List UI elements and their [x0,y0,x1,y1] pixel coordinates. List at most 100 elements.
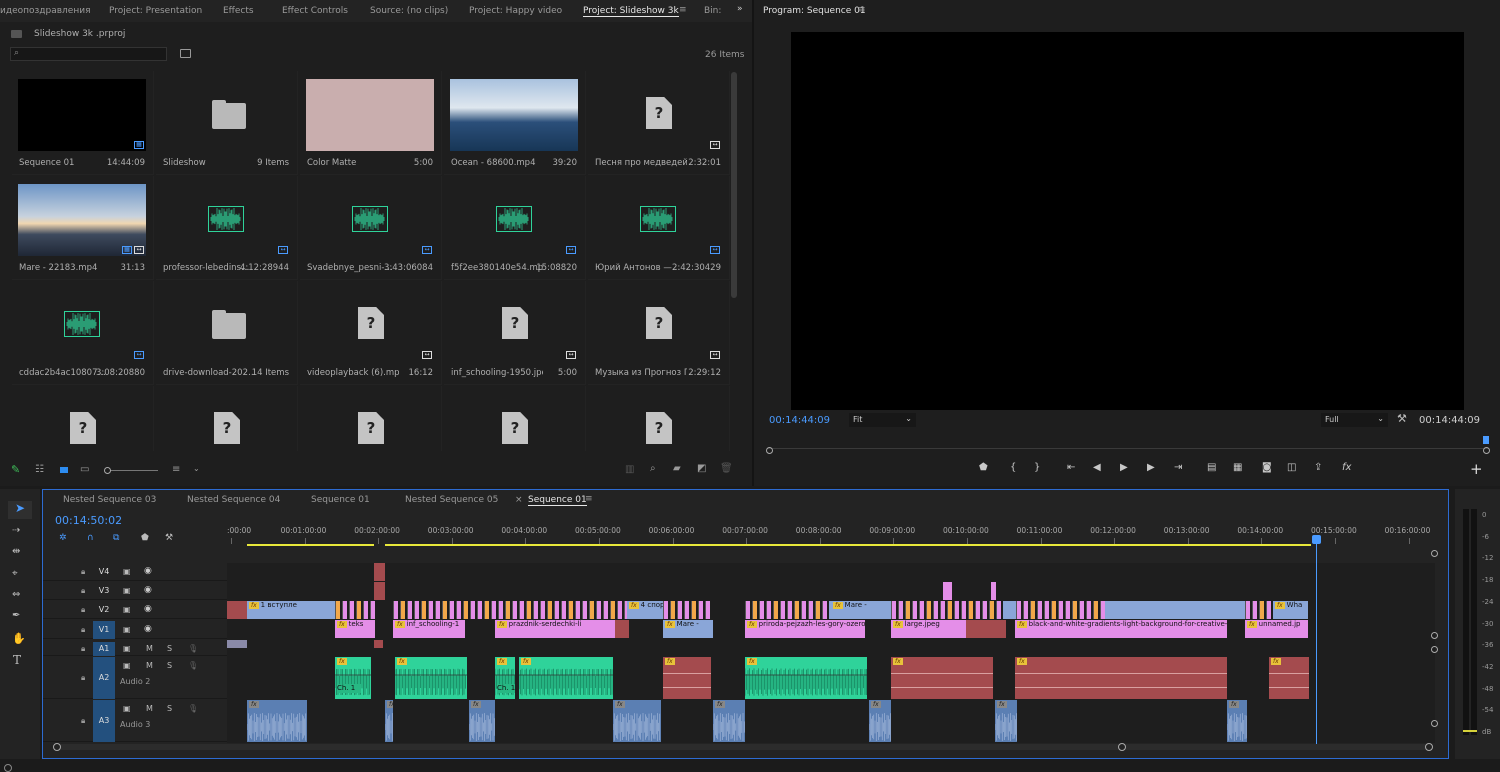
v2-stripe[interactable] [498,601,503,619]
v2-stripe[interactable] [698,601,703,619]
ripple-edit-tool-icon[interactable]: ⇹ [12,546,20,557]
v2-stripe[interactable] [1058,601,1063,619]
tab-project-presentation[interactable]: Project: Presentation [109,6,202,16]
v1-clip[interactable] [615,620,629,638]
v2-stripe[interactable] [912,601,917,619]
solo-button[interactable]: S [167,661,172,670]
program-menu-icon[interactable]: ≡ [858,5,866,15]
fit-dropdown[interactable]: Fit ⌄ [849,413,916,427]
fx-toggle-icon[interactable]: fx [1342,462,1351,473]
v2-stripe[interactable] [603,601,608,619]
v2-stripe[interactable] [393,601,398,619]
v2-stripe[interactable] [533,601,538,619]
v1-clip[interactable] [966,620,1006,638]
project-item[interactable]: ↔ Svadebnye_pesni-… 3:43:06084 [300,176,442,280]
v2-stripe[interactable] [926,601,931,619]
sync-lock-icon[interactable]: ▣ [123,661,131,670]
v2-stripe[interactable] [968,601,973,619]
v2-stripe[interactable] [540,601,545,619]
v2-stripe[interactable] [575,601,580,619]
new-search-bin-icon[interactable] [180,49,191,58]
v2-stripe[interactable] [891,601,896,619]
step-forward-icon[interactable]: ▶ [1147,462,1155,473]
v2-stripe[interactable] [1030,601,1035,619]
tab-source[interactable]: Source: (no clips) [370,6,448,16]
lock-icon[interactable]: 🔒︎ [81,673,85,683]
v2-stripe[interactable] [463,601,468,619]
add-button-icon[interactable]: + [1470,460,1483,478]
icon-view-icon[interactable] [60,467,68,473]
lock-icon[interactable]: 🔒︎ [81,716,85,726]
v2-stripe[interactable] [905,601,910,619]
v1-clip[interactable]: fx prazdnik-serdechki-li [495,620,615,638]
v2-stripe[interactable] [773,601,778,619]
new-bin-icon[interactable]: ▰ [673,463,681,474]
project-item[interactable]: ↔ cddac2b4ac10807… 3:08:20880 [12,281,154,385]
v1-clip[interactable]: fx black-and-white-gradients-light-backgr… [1015,620,1227,638]
v2-stripe[interactable] [752,601,757,619]
a3-clip[interactable]: fx [247,700,307,742]
v2-stripe[interactable] [342,601,347,619]
v-scroll-video-handle[interactable] [1431,632,1438,639]
v2-stripe[interactable] [1037,601,1042,619]
track-target-a1[interactable]: A1 [93,642,115,656]
solo-button[interactable]: S [167,644,172,653]
v2-stripe[interactable] [582,601,587,619]
v3-clip[interactable] [374,582,385,600]
extract-icon[interactable]: ▦ [1233,462,1242,473]
find-icon[interactable]: ⌕ [650,463,656,474]
track-target-v1[interactable]: V1 [93,621,115,639]
v2-stripe[interactable] [477,601,482,619]
v2-stripe[interactable] [519,601,524,619]
razor-tool-icon[interactable]: ⌖ [12,568,18,579]
h-scrollbar[interactable] [57,744,1429,750]
mute-button[interactable]: M [146,661,153,670]
writable-pencil-icon[interactable]: ✎ [11,463,20,476]
hand-tool-icon[interactable]: ✋ [12,632,26,645]
go-to-in-icon[interactable]: ⇤ [1067,462,1075,473]
v2-stripe[interactable] [940,601,945,619]
v1-clip[interactable]: fx large.jpeg [891,620,966,638]
v2-stripe[interactable] [568,601,573,619]
v2-stripe[interactable] [919,601,924,619]
v2-stripe[interactable] [1252,601,1257,619]
v2-stripe[interactable] [705,601,710,619]
v3-clip[interactable] [991,582,996,600]
a2-clip[interactable]: fx [395,657,467,699]
v2-stripe[interactable] [898,601,903,619]
a2-clip[interactable]: fx [891,657,993,699]
eye-icon[interactable]: ◉ [144,604,152,614]
v2-stripe[interactable] [1245,601,1250,619]
v2-stripe[interactable] [822,601,827,619]
v2-stripe[interactable] [1044,601,1049,619]
nest-toggle-icon[interactable]: ✲ [59,533,67,543]
tab-project-slideshow[interactable]: Project: Slideshow 3k [583,6,679,17]
v2-stripe[interactable] [691,601,696,619]
step-back-icon[interactable]: ◀ [1093,462,1101,473]
a3-clip[interactable]: fx [995,700,1017,742]
v-scroll-bottom-handle[interactable] [1431,720,1438,727]
v2-stripe[interactable] [428,601,433,619]
v2-stripe[interactable] [561,601,566,619]
v2-clip[interactable]: fx 1 вступле [247,601,307,619]
mic-icon[interactable]: 🎙︎ [188,644,198,653]
v2-stripe[interactable] [961,601,966,619]
tab-nested-sequence-05[interactable]: Nested Sequence 05 [405,495,498,505]
a2-channel-label[interactable]: Ch. 1 [497,684,515,693]
v2-stripe[interactable] [435,601,440,619]
search-input[interactable]: ⌕ [10,47,167,61]
new-item-icon[interactable]: ◩ [697,463,706,474]
v2-stripe[interactable] [349,601,354,619]
selection-tool-icon[interactable]: ➤ [8,501,32,519]
clear-icon[interactable]: 🗑 [720,463,733,474]
mark-in-icon[interactable]: { [1010,462,1016,473]
h-scroll-right-handle[interactable] [1425,743,1433,751]
type-tool-icon[interactable]: T [13,653,21,667]
v1-clip[interactable]: fx inf_schooling-1 [393,620,465,638]
export-frame-icon[interactable]: ◙ [1262,462,1272,473]
mark-out-icon[interactable]: } [1034,462,1040,473]
scrub-start-handle[interactable] [766,447,773,454]
v2-stripe[interactable] [449,601,454,619]
a3-clip[interactable]: fx [869,700,891,742]
eye-icon[interactable]: ◉ [144,585,152,595]
